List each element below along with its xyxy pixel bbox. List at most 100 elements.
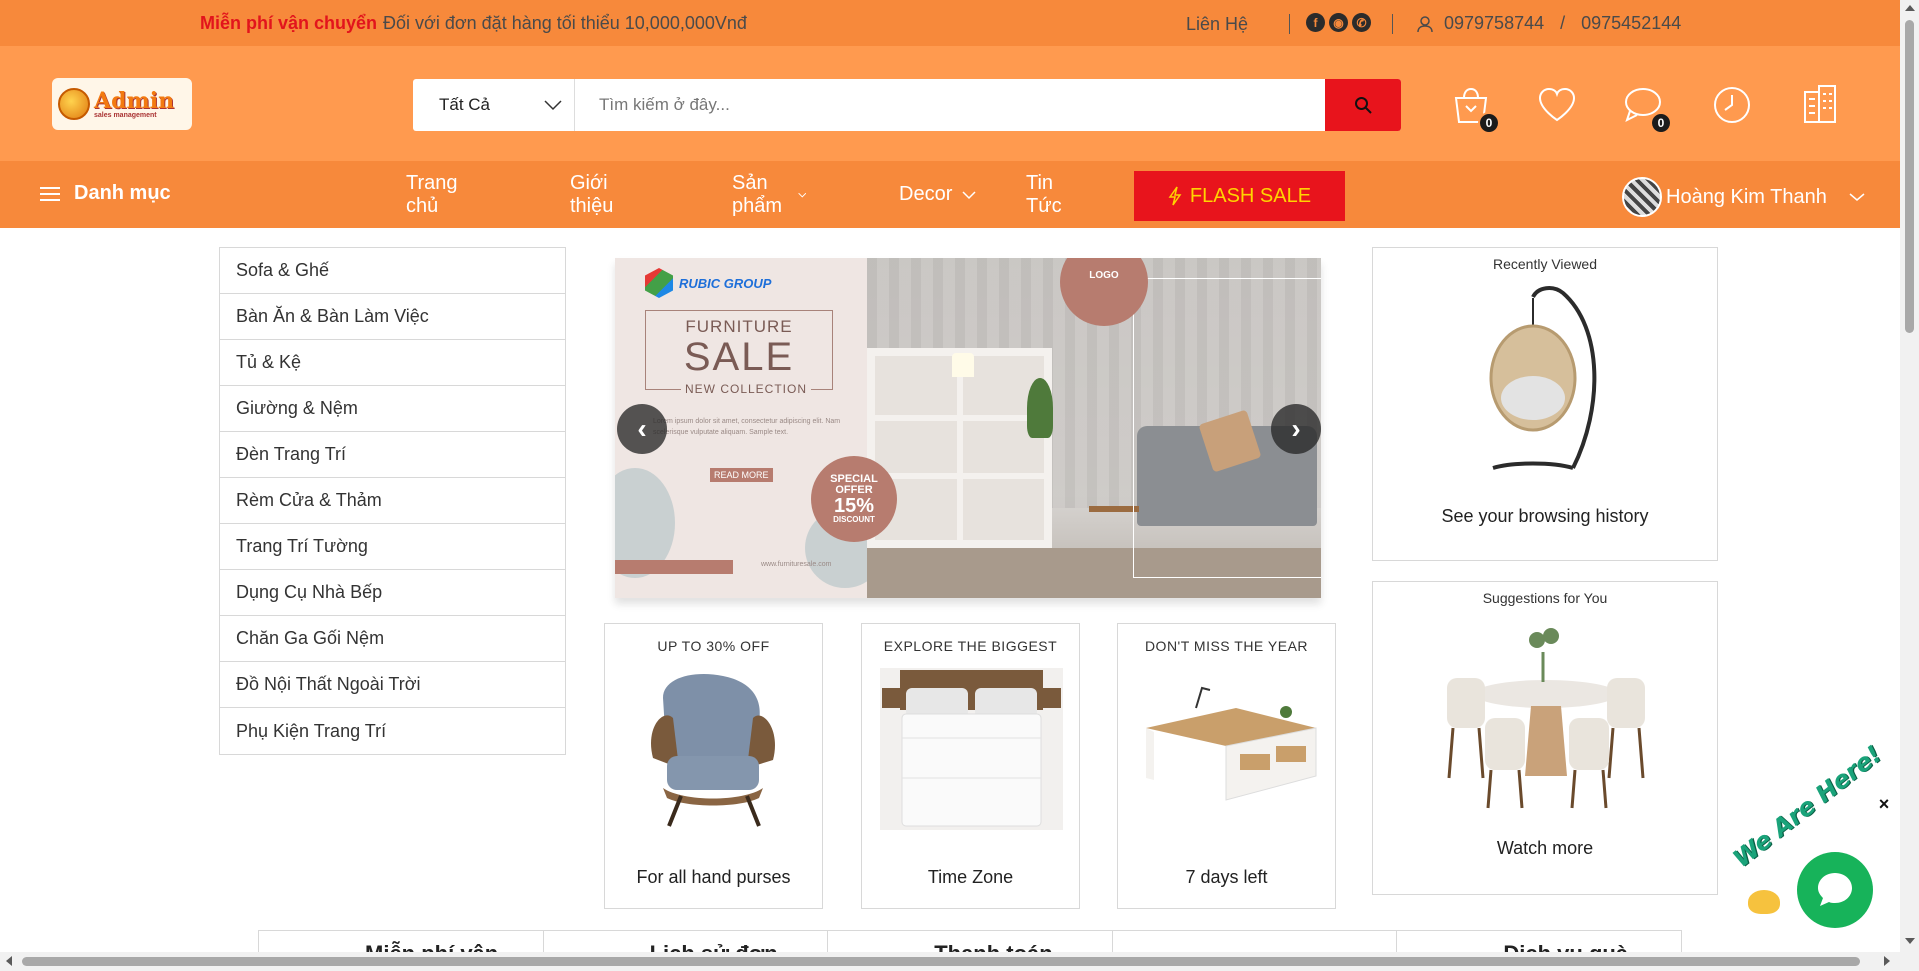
- chevron-down-icon: [797, 192, 806, 197]
- cart-button[interactable]: 0: [1448, 82, 1500, 134]
- promo-card[interactable]: DON'T MISS THE YEAR 7 days left: [1117, 623, 1336, 909]
- offer-percent: 15%: [833, 495, 875, 517]
- banner-title-top: FURNITURE: [685, 317, 793, 336]
- chevron-down-icon: [962, 190, 976, 199]
- chat-open-button[interactable]: [1797, 852, 1873, 928]
- lightning-icon: [1168, 186, 1182, 206]
- search-button[interactable]: [1325, 79, 1401, 131]
- chevron-down-icon: [1849, 193, 1865, 201]
- banner-read-more: READ MORE: [710, 468, 773, 482]
- promo-card[interactable]: EXPLORE THE BIGGEST Time Zone: [861, 623, 1080, 909]
- promo-card-title: DON'T MISS THE YEAR: [1144, 638, 1309, 654]
- social-links: f ◉ ✆: [1306, 13, 1371, 32]
- banner-brand: RUBIC GROUP: [645, 268, 771, 298]
- category-item[interactable]: Đèn Trang Trí: [220, 432, 565, 478]
- offer-discount: DISCOUNT: [833, 515, 875, 524]
- banner-website: www.furnituresale.com: [761, 561, 832, 568]
- chat-label: We Are Here!: [1727, 740, 1887, 873]
- phone-1[interactable]: 0979758744: [1444, 13, 1544, 34]
- search-input[interactable]: [575, 79, 1325, 131]
- clock-icon: [1714, 87, 1750, 123]
- banner-next-button[interactable]: ›: [1271, 404, 1321, 454]
- category-item[interactable]: Dụng Cụ Nhà Bếp: [220, 570, 565, 616]
- cube-logo-icon: [645, 268, 673, 298]
- top-bar: Miễn phí vận chuyển Đối với đơn đặt hàng …: [0, 0, 1900, 46]
- logo-text: Admin: [94, 87, 175, 114]
- shipping-promo: Miễn phí vận chuyển Đối với đơn đặt hàng …: [200, 13, 747, 34]
- armchair-image: [651, 674, 775, 827]
- chat-bubble-icon: [1818, 873, 1852, 906]
- scrollbar-thumb[interactable]: [1905, 20, 1914, 333]
- messages-count-badge: 0: [1650, 112, 1672, 134]
- search-category-select[interactable]: Tất Cả: [413, 79, 575, 131]
- chevron-down-icon: [544, 100, 562, 111]
- nav-products[interactable]: Sản phẩm: [732, 172, 806, 218]
- promo-card[interactable]: UP TO 30% OFF For all hand purses: [604, 623, 823, 909]
- banner-brand-name: RUBIC GROUP: [679, 275, 772, 291]
- logo-mark: [58, 88, 90, 120]
- horizontal-scrollbar[interactable]: [0, 952, 1900, 971]
- search-bar: Tất Cả: [413, 79, 1401, 131]
- category-item[interactable]: Giường & Nệm: [220, 386, 565, 432]
- banner-title-main: SALE: [683, 335, 795, 379]
- nav-products-label: Sản phẩm: [732, 171, 783, 217]
- banner-body: Lorem ipsum dolor sit amet, consectetur …: [653, 418, 841, 436]
- hamburger-icon: [40, 186, 60, 201]
- recently-viewed-title: Recently Viewed: [1492, 256, 1598, 272]
- scroll-left-icon[interactable]: [6, 956, 12, 966]
- suggestions-caption: Watch more: [1496, 838, 1594, 858]
- user-icon: [1417, 15, 1433, 32]
- scrollbar-thumb[interactable]: [22, 957, 1860, 966]
- whatsapp-icon[interactable]: ✆: [1352, 13, 1371, 32]
- banner-social-bar: [615, 560, 733, 574]
- promo-card-caption: Time Zone: [927, 867, 1014, 887]
- nav-about[interactable]: Giới thiệu: [570, 172, 613, 218]
- vertical-scrollbar[interactable]: [1900, 0, 1919, 971]
- phone-2[interactable]: 0975452144: [1581, 13, 1681, 34]
- category-menu-button[interactable]: Danh mục: [40, 182, 171, 205]
- nav-news[interactable]: Tin Tức: [1026, 172, 1062, 218]
- banner-prev-button[interactable]: ‹: [617, 404, 667, 454]
- category-item[interactable]: Bàn Ăn & Bàn Làm Việc: [220, 294, 565, 340]
- category-item[interactable]: Trang Trí Tường: [220, 524, 565, 570]
- scroll-up-icon[interactable]: [1905, 5, 1915, 11]
- lamp: [952, 353, 974, 377]
- history-button[interactable]: [1709, 82, 1755, 128]
- divider: [1289, 14, 1290, 34]
- header: Admin sales management Tất Cả 0 0: [0, 46, 1900, 161]
- contact-link[interactable]: Liên Hệ: [1186, 14, 1248, 35]
- divider: [1392, 14, 1393, 34]
- hanging-chair-image: [1489, 286, 1597, 470]
- nav-decor-label: Decor: [899, 183, 953, 205]
- category-item[interactable]: Tủ & Kệ: [220, 340, 565, 386]
- category-item[interactable]: Sofa & Ghế: [220, 248, 565, 294]
- chat-close-button[interactable]: ×: [1875, 795, 1893, 813]
- recently-viewed-card[interactable]: Recently Viewed See your browsing histor…: [1372, 247, 1718, 561]
- github-icon[interactable]: ◉: [1329, 13, 1348, 32]
- flash-sale-button[interactable]: FLASH SALE: [1134, 171, 1345, 221]
- category-menu-label: Danh mục: [74, 182, 171, 204]
- cart-count-badge: 0: [1478, 112, 1500, 134]
- wishlist-button[interactable]: [1534, 82, 1580, 128]
- nav-decor[interactable]: Decor: [899, 183, 976, 206]
- messages-button[interactable]: 0: [1620, 82, 1672, 134]
- user-menu[interactable]: Hoàng Kim Thanh: [1622, 177, 1865, 217]
- promo-text: Đối với đơn đặt hàng tối thiểu 10,000,00…: [383, 13, 747, 33]
- promo-card-caption: 7 days left: [1185, 867, 1268, 887]
- scroll-down-icon[interactable]: [1905, 938, 1915, 944]
- suggestions-card[interactable]: Suggestions for You Watch more: [1372, 581, 1718, 895]
- suggestions-title: Suggestions for You: [1482, 590, 1608, 606]
- banner-title-box: FURNITURE SALE: [645, 310, 833, 390]
- category-item[interactable]: Chăn Ga Gối Nệm: [220, 616, 565, 662]
- heart-icon: [1538, 87, 1576, 122]
- hero-banner[interactable]: RUBIC GROUP FURNITURE SALE NEW COLLECTIO…: [615, 258, 1321, 598]
- facebook-icon[interactable]: f: [1306, 13, 1325, 32]
- category-item[interactable]: Đồ Nội Thất Ngoài Trời: [220, 662, 565, 708]
- store-button[interactable]: [1797, 82, 1843, 128]
- category-item[interactable]: Rèm Cửa & Thảm: [220, 478, 565, 524]
- category-item[interactable]: Phụ Kiện Trang Trí: [220, 708, 565, 754]
- scroll-right-icon[interactable]: [1884, 956, 1890, 966]
- avatar: [1622, 177, 1662, 217]
- site-logo[interactable]: Admin sales management: [52, 78, 192, 130]
- nav-home[interactable]: Trang chủ: [406, 172, 458, 218]
